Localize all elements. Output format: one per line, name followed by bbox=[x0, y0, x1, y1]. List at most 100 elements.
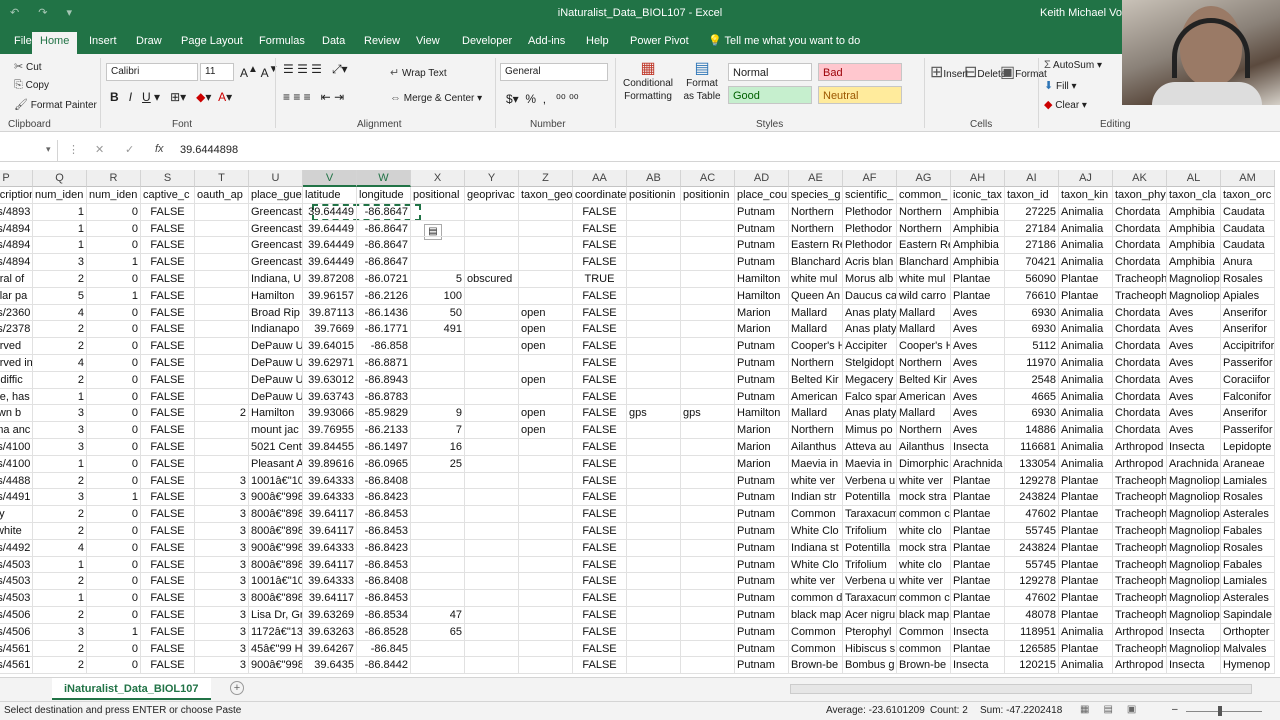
column-header[interactable]: AA bbox=[573, 170, 627, 187]
cell[interactable]: 2 bbox=[33, 657, 87, 675]
column-header[interactable]: AE bbox=[789, 170, 843, 187]
column-header[interactable]: R bbox=[87, 170, 141, 187]
cell[interactable]: Araneae bbox=[1221, 455, 1275, 473]
cell[interactable] bbox=[681, 254, 735, 271]
cell[interactable]: FALSE bbox=[573, 539, 627, 557]
cell[interactable] bbox=[627, 304, 681, 322]
cell[interactable]: Magnoliop bbox=[1167, 556, 1221, 574]
cell[interactable]: Chordata bbox=[1113, 203, 1167, 221]
cell[interactable]: 1 bbox=[33, 203, 87, 221]
cell[interactable] bbox=[519, 606, 573, 624]
cell[interactable] bbox=[195, 338, 249, 355]
cell[interactable] bbox=[519, 237, 573, 255]
tab-home[interactable]: Home bbox=[32, 32, 78, 54]
cell[interactable]: black map bbox=[897, 606, 951, 624]
cell[interactable]: -86.8528 bbox=[357, 623, 411, 641]
cell[interactable]: 27225 bbox=[1005, 203, 1059, 221]
cell[interactable]: 48078 bbox=[1005, 606, 1059, 624]
cell[interactable]: Rosales bbox=[1221, 270, 1275, 288]
cell[interactable] bbox=[411, 657, 465, 675]
cell[interactable] bbox=[519, 472, 573, 490]
cell[interactable]: 7 bbox=[411, 422, 465, 439]
column-header[interactable]: AH bbox=[951, 170, 1005, 187]
cell[interactable]: 6930 bbox=[1005, 304, 1059, 322]
cell[interactable]: 39.63012 bbox=[303, 371, 357, 389]
cell[interactable]: FALSE bbox=[573, 321, 627, 339]
cell[interactable]: 1001â€"10 bbox=[249, 573, 303, 591]
cell[interactable]: FALSE bbox=[573, 237, 627, 255]
column-header[interactable]: AL bbox=[1167, 170, 1221, 187]
cell[interactable]: Belted Kir bbox=[897, 371, 951, 389]
name-box[interactable]: ▾ bbox=[0, 140, 58, 161]
cell[interactable]: white ver bbox=[897, 472, 951, 490]
cell[interactable]: 3 bbox=[195, 522, 249, 540]
cell[interactable]: 4 bbox=[33, 304, 87, 322]
cell[interactable]: Putnam bbox=[735, 220, 789, 238]
cell[interactable]: Mallard bbox=[897, 405, 951, 423]
cell[interactable]: Plantae bbox=[951, 556, 1005, 574]
cell[interactable]: FALSE bbox=[573, 338, 627, 355]
cell[interactable]: 3 bbox=[33, 623, 87, 641]
cell[interactable]: 0 bbox=[87, 590, 141, 607]
tab-draw[interactable]: Draw bbox=[128, 32, 170, 54]
cell[interactable]: otos/4100 bbox=[0, 455, 33, 473]
cell[interactable]: 2 bbox=[33, 338, 87, 355]
insert-cells-button[interactable]: ⊞Insert bbox=[930, 62, 968, 82]
tab-help[interactable]: Help bbox=[578, 32, 617, 54]
cell[interactable] bbox=[411, 338, 465, 355]
cell[interactable]: Arthropod bbox=[1113, 623, 1167, 641]
cell[interactable]: Animalia bbox=[1059, 623, 1113, 641]
cell[interactable]: Asterales bbox=[1221, 590, 1275, 607]
cell[interactable]: Chordata bbox=[1113, 405, 1167, 423]
cell[interactable] bbox=[681, 438, 735, 456]
cell[interactable] bbox=[681, 657, 735, 675]
column-header[interactable]: AF bbox=[843, 170, 897, 187]
cell[interactable]: Common bbox=[789, 640, 843, 658]
cell[interactable]: Cooper's H bbox=[897, 338, 951, 355]
cell[interactable]: FALSE bbox=[573, 304, 627, 322]
cell[interactable]: Mimus po bbox=[843, 422, 897, 439]
cell[interactable]: 0 bbox=[87, 338, 141, 355]
header-cell[interactable]: scientific_ bbox=[843, 187, 897, 204]
cell[interactable]: FALSE bbox=[141, 623, 195, 641]
cell[interactable]: Anas platy bbox=[843, 304, 897, 322]
cell[interactable]: Amphibia bbox=[951, 203, 1005, 221]
cell[interactable]: Aves bbox=[951, 422, 1005, 439]
column-header[interactable]: AB bbox=[627, 170, 681, 187]
column-header[interactable]: AI bbox=[1005, 170, 1059, 187]
cell[interactable]: Chordata bbox=[1113, 321, 1167, 339]
style-normal[interactable]: Normal bbox=[728, 63, 812, 81]
cell[interactable]: 5112 bbox=[1005, 338, 1059, 355]
cell[interactable]: -86.0965 bbox=[357, 455, 411, 473]
cell[interactable]: Chordata bbox=[1113, 338, 1167, 355]
cell[interactable]: Trifolium bbox=[843, 556, 897, 574]
cell[interactable]: DePauw U bbox=[249, 388, 303, 406]
vertical-align-buttons[interactable]: ☰ ☰ ☰ ⤢▾ bbox=[283, 62, 348, 77]
cell[interactable]: 0 bbox=[87, 422, 141, 439]
cell[interactable]: Blanchard bbox=[789, 254, 843, 271]
cell[interactable]: Northern bbox=[897, 354, 951, 372]
cell[interactable]: Caudata bbox=[1221, 220, 1275, 238]
cell[interactable]: Aves bbox=[951, 338, 1005, 355]
cell[interactable]: Putnam bbox=[735, 573, 789, 591]
cell[interactable] bbox=[627, 287, 681, 305]
cell[interactable]: 0 bbox=[87, 506, 141, 523]
cell[interactable]: FALSE bbox=[573, 287, 627, 305]
cell[interactable] bbox=[465, 220, 519, 238]
cell[interactable] bbox=[411, 220, 465, 238]
formula-input[interactable]: 39.6444898 bbox=[180, 144, 238, 156]
cell[interactable]: common c bbox=[897, 590, 951, 607]
tell-me-search[interactable]: 💡 Tell me what you want to do bbox=[700, 32, 868, 54]
cell[interactable]: Tracheoph bbox=[1113, 556, 1167, 574]
cell[interactable] bbox=[195, 388, 249, 406]
cell[interactable]: Verbena u bbox=[843, 472, 897, 490]
cell[interactable]: FALSE bbox=[141, 472, 195, 490]
cell[interactable]: Broad Rip bbox=[249, 304, 303, 322]
cell[interactable] bbox=[681, 304, 735, 322]
cell[interactable]: 25 bbox=[411, 455, 465, 473]
cell[interactable]: otos/4503 bbox=[0, 590, 33, 607]
cell[interactable]: 0 bbox=[87, 455, 141, 473]
cell[interactable]: 39.62971 bbox=[303, 354, 357, 372]
header-cell[interactable]: captive_c bbox=[141, 187, 195, 204]
cell[interactable]: 39.64117 bbox=[303, 506, 357, 523]
